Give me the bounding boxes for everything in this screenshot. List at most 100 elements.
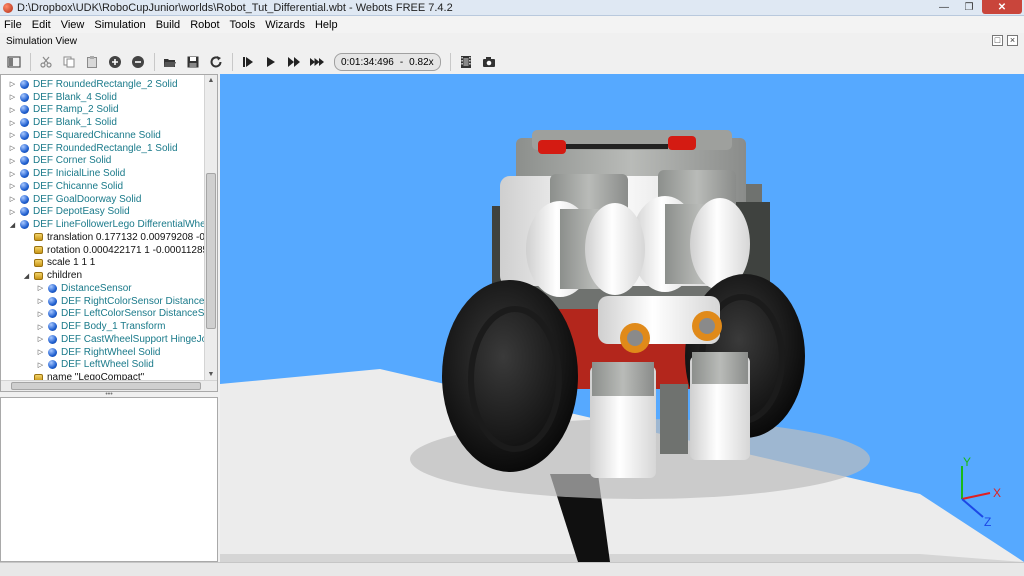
expand-arrow-icon[interactable]: ▷ <box>8 208 17 216</box>
tree-node-row[interactable]: ▷ DEF RightWheel Solid <box>36 346 161 359</box>
tree-node-row[interactable]: ▷ DEF Blank_1 Solid <box>8 116 117 129</box>
menu-build[interactable]: Build <box>156 19 180 31</box>
expand-arrow-icon[interactable]: ▷ <box>36 310 45 318</box>
tree-node-row[interactable]: ▷ DEF Body_1 Transform <box>36 320 166 333</box>
expand-arrow-icon[interactable]: ▷ <box>8 93 17 101</box>
scroll-up-arrow-icon[interactable]: ▲ <box>205 75 217 87</box>
expand-arrow-icon[interactable]: ▷ <box>36 348 45 356</box>
expand-arrow-icon[interactable]: ▷ <box>36 297 45 305</box>
tree-node-row[interactable]: ▷ DEF Blank_4 Solid <box>8 91 117 104</box>
tree-node-row[interactable]: ▷ DEF RoundedRectangle_2 Solid <box>8 78 178 91</box>
undock-icon[interactable]: □ <box>992 35 1003 46</box>
menu-file[interactable]: File <box>4 19 22 31</box>
simulation-view-title: Simulation View <box>6 35 77 47</box>
axis-label-x: X <box>993 486 1001 500</box>
minimize-button[interactable]: — <box>932 0 956 14</box>
expand-arrow-icon[interactable]: ▷ <box>36 323 45 331</box>
toggle-scene-tree-button[interactable] <box>4 52 24 72</box>
paste-button[interactable] <box>82 52 102 72</box>
expand-arrow-icon[interactable]: ▷ <box>8 195 17 203</box>
collapse-arrow-icon[interactable]: ◢ <box>22 272 31 280</box>
tree-field-row[interactable]: scale 1 1 1 <box>22 257 95 270</box>
open-world-button[interactable] <box>160 52 180 72</box>
tree-node-row[interactable]: ▷ DEF Corner Solid <box>8 155 112 168</box>
expand-arrow-icon[interactable]: ▷ <box>8 157 17 165</box>
node-sphere-icon <box>48 347 57 357</box>
fast-button[interactable] <box>284 52 304 72</box>
window-title: D:\Dropbox\UDK\RoboCupJunior\worlds\Robo… <box>17 1 453 14</box>
clipboard-icon <box>87 56 97 68</box>
play-icon <box>267 57 275 67</box>
expand-arrow-icon[interactable]: ▷ <box>8 170 17 178</box>
menu-robot[interactable]: Robot <box>190 19 219 31</box>
expand-arrow-icon[interactable]: ▷ <box>36 284 45 292</box>
expand-arrow-icon[interactable]: ▷ <box>8 131 17 139</box>
menu-edit[interactable]: Edit <box>32 19 51 31</box>
tree-node-row[interactable]: ▷ DEF RightColorSensor DistanceSenso <box>36 295 205 308</box>
tree-field-row[interactable]: ◢ children <box>22 269 82 282</box>
tree-item-label: DEF CastWheelSupport HingeJoint <box>61 333 205 345</box>
speed-separator: - <box>399 56 404 68</box>
add-node-button[interactable] <box>105 52 125 72</box>
tree-node-row[interactable]: ▷ DEF DepotEasy Solid <box>8 206 130 219</box>
reload-world-button[interactable] <box>206 52 226 72</box>
horizontal-scrollbar-thumb[interactable] <box>11 382 201 390</box>
bottom-module-left-cap <box>592 362 654 396</box>
expand-arrow-icon[interactable]: ▷ <box>8 80 17 88</box>
3d-viewport[interactable]: Y X Z <box>220 74 1024 562</box>
tree-node-row[interactable]: ▷ DEF SquaredChicanne Solid <box>8 129 161 142</box>
step-button[interactable] <box>238 52 258 72</box>
close-dock-icon[interactable]: × <box>1007 35 1018 46</box>
expand-arrow-icon[interactable]: ▷ <box>8 182 17 190</box>
run-button[interactable] <box>261 52 281 72</box>
scrollbar-thumb[interactable] <box>206 173 216 329</box>
expand-arrow-icon[interactable]: ▷ <box>8 119 17 127</box>
tree-node-row[interactable]: ▷ DEF LeftWheel Solid <box>36 359 154 372</box>
scene-tree-vertical-scrollbar[interactable]: ▲ ▼ <box>204 75 217 381</box>
delete-node-button[interactable] <box>128 52 148 72</box>
toolbar-separator <box>154 53 155 71</box>
close-button[interactable]: ✕ <box>982 0 1022 14</box>
save-world-button[interactable] <box>183 52 203 72</box>
sensor-lens-left <box>627 330 643 346</box>
node-sphere-icon <box>20 79 29 89</box>
collapse-arrow-icon[interactable]: ◢ <box>8 221 17 229</box>
tree-field-row[interactable]: translation 0.177132 0.00979208 -0.76650 <box>22 231 205 244</box>
menu-wizards[interactable]: Wizards <box>265 19 305 31</box>
field-icon <box>34 258 43 267</box>
red-connector-left <box>538 140 566 154</box>
maximize-button[interactable]: ❐ <box>957 0 981 14</box>
axis-label-y: Y <box>963 455 971 469</box>
menu-view[interactable]: View <box>61 19 85 31</box>
menu-tools[interactable]: Tools <box>230 19 256 31</box>
tree-node-row[interactable]: ▷ DEF Ramp_2 Solid <box>8 104 119 117</box>
scene-tree-horizontal-scrollbar[interactable] <box>1 380 217 391</box>
tree-node-row[interactable]: ◢ DEF LineFollowerLego DifferentialWheels <box>8 218 205 231</box>
tree-node-row[interactable]: ▷ DEF InicialLine Solid <box>8 167 125 180</box>
cut-button[interactable] <box>36 52 56 72</box>
menu-help[interactable]: Help <box>315 19 338 31</box>
menu-simulation[interactable]: Simulation <box>94 19 145 31</box>
expand-arrow-icon[interactable]: ▷ <box>36 361 45 369</box>
tree-node-row[interactable]: ▷ DEF Chicanne Solid <box>8 180 123 193</box>
tree-field-row[interactable]: rotation 0.000422171 1 -0.000112859 3.20 <box>22 244 205 257</box>
tree-node-row[interactable]: ▷ DEF LeftColorSensor DistanceSensor <box>36 308 205 321</box>
tree-item-label: DEF RightWheel Solid <box>61 346 161 358</box>
copy-button[interactable] <box>59 52 79 72</box>
fastest-button[interactable] <box>307 52 327 72</box>
tree-item-label: DEF Blank_1 Solid <box>33 117 117 129</box>
tree-node-row[interactable]: ▷ DEF GoalDoorway Solid <box>8 193 142 206</box>
floor-shadow-edge <box>220 554 1024 562</box>
tree-node-row[interactable]: ▷ DEF RoundedRectangle_1 Solid <box>8 142 178 155</box>
window-controls: — ❐ ✕ <box>931 0 1022 14</box>
simulation-time-display: 0:01:34:496 - 0.82x <box>334 53 441 71</box>
record-movie-button[interactable] <box>456 52 476 72</box>
expand-arrow-icon[interactable]: ▷ <box>36 335 45 343</box>
screenshot-button[interactable] <box>479 52 499 72</box>
node-sphere-icon <box>20 220 29 230</box>
minus-circle-icon <box>132 56 144 68</box>
tree-node-row[interactable]: ▷ DistanceSensor <box>36 282 132 295</box>
tree-node-row[interactable]: ▷ DEF CastWheelSupport HingeJoint <box>36 333 205 346</box>
expand-arrow-icon[interactable]: ▷ <box>8 144 17 152</box>
expand-arrow-icon[interactable]: ▷ <box>8 106 17 114</box>
